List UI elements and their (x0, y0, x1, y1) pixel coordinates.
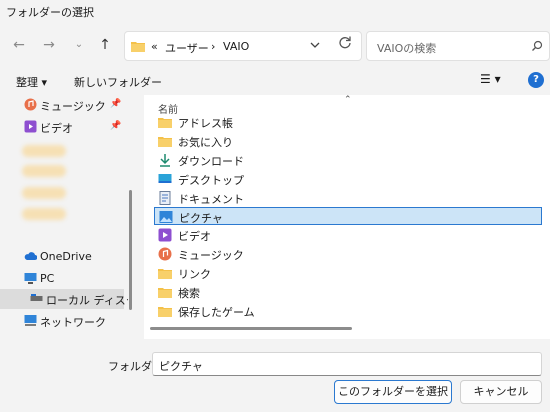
window-title: フォルダーの選択 (6, 6, 94, 19)
list-item[interactable]: デスクトップ (154, 170, 542, 188)
folder-icon (158, 288, 172, 298)
cloud-icon (24, 252, 37, 260)
music-icon (158, 247, 172, 261)
file-list-scrollbar[interactable] (150, 327, 352, 330)
navigation-pane: ミュージック 📌 ビデオ 📌 OneDrive PC ローカル ディスク (C … (0, 95, 128, 339)
chevron-down-icon[interactable] (309, 39, 321, 51)
music-icon (24, 98, 37, 111)
list-item-label: リンク (178, 268, 211, 281)
nav-item-video[interactable]: ビデオ 📌 (0, 117, 124, 137)
list-item[interactable]: ダウンロード (154, 151, 542, 169)
breadcrumb-separator: › (211, 40, 216, 53)
nav-item-local-disk[interactable]: ローカル ディスク (C (0, 289, 128, 309)
search-icon (532, 40, 543, 51)
organize-menu[interactable]: 整理 ▾ (16, 74, 47, 90)
pictures-icon (159, 211, 173, 223)
list-item-label: ドキュメント (178, 193, 244, 206)
help-button[interactable]: ? (528, 72, 544, 88)
nav-item-music[interactable]: ミュージック 📌 (0, 95, 124, 115)
folder-field[interactable]: ピクチャ (152, 352, 542, 376)
view-options-button[interactable]: ☰ ▾ (480, 72, 501, 86)
list-item-label: アドレス帳 (178, 117, 233, 130)
refresh-icon[interactable] (338, 35, 352, 49)
list-item-label: 検索 (178, 287, 200, 300)
folder-icon (158, 137, 172, 147)
list-item[interactable]: ビデオ (154, 226, 542, 244)
video-icon (158, 228, 172, 242)
list-item[interactable]: ピクチャ (154, 207, 542, 225)
list-item-label: ピクチャ (179, 212, 223, 225)
nav-item-pc[interactable]: PC (0, 269, 124, 289)
folder-icon (158, 269, 172, 279)
folder-icon (131, 42, 145, 52)
download-icon (160, 154, 170, 167)
sort-caret-icon: ⌃ (344, 95, 352, 105)
forward-arrow-icon[interactable]: → (40, 37, 58, 53)
cancel-button[interactable]: キャンセル (460, 380, 542, 404)
nav-scrollbar[interactable] (129, 190, 132, 310)
redacted-item (22, 187, 66, 199)
nav-item-label: PC (40, 272, 55, 285)
search-input[interactable]: VAIOの検索 (366, 31, 550, 61)
redacted-item (22, 208, 66, 220)
recent-chevron-icon[interactable]: ⌄ (70, 37, 88, 53)
nav-item-label: ビデオ (40, 122, 73, 135)
select-folder-button[interactable]: このフォルダーを選択 (334, 380, 452, 404)
list-item-label: 保存したゲーム (178, 306, 255, 319)
address-row: ← → ⌄ ↑ « ユーザー › VAIO VAIOの検索 (0, 26, 550, 64)
document-icon (159, 191, 171, 205)
folder-icon (158, 307, 172, 317)
title-bar: フォルダーの選択 (0, 0, 550, 22)
list-item[interactable]: お気に入り (154, 132, 542, 150)
nav-item-network[interactable]: ネットワーク (0, 311, 124, 331)
pin-icon: 📌 (110, 121, 122, 131)
redacted-item (22, 145, 66, 157)
list-item[interactable]: ドキュメント (154, 189, 542, 207)
folder-icon (158, 118, 172, 128)
folder-field-value: ピクチャ (159, 360, 203, 373)
search-placeholder: VAIOの検索 (377, 42, 437, 55)
command-bar: 整理 ▾ 新しいフォルダー ☰ ▾ ? (0, 66, 550, 94)
nav-item-label: ローカル ディスク (C (46, 294, 128, 307)
computer-icon (24, 273, 37, 284)
network-icon (24, 315, 37, 326)
dialog-footer: フォルダー: ピクチャ このフォルダーを選択 キャンセル (0, 340, 550, 412)
list-item-label: ビデオ (178, 230, 211, 243)
nav-item-label: ミュージック (40, 100, 106, 113)
list-item-label: デスクトップ (178, 174, 244, 187)
list-item[interactable]: ミュージック (154, 245, 542, 263)
pin-icon: 📌 (110, 99, 122, 109)
new-folder-button[interactable]: 新しいフォルダー (74, 74, 162, 90)
list-item[interactable]: 保存したゲーム (154, 302, 542, 320)
nav-item-onedrive[interactable]: OneDrive (0, 247, 124, 267)
list-item[interactable]: 検索 (154, 283, 542, 301)
address-bar[interactable]: « ユーザー › VAIO (124, 31, 362, 61)
nav-item-label: OneDrive (40, 250, 92, 263)
up-arrow-icon[interactable]: ↑ (96, 37, 114, 53)
desktop-icon (158, 174, 172, 183)
drive-icon (30, 294, 43, 301)
nav-item-label: ネットワーク (40, 316, 106, 329)
breadcrumb-vaio[interactable]: VAIO (223, 40, 249, 53)
breadcrumb-separator: « (151, 40, 158, 53)
video-icon (24, 120, 37, 133)
list-item-label: ミュージック (178, 249, 244, 262)
list-item-label: お気に入り (178, 136, 233, 149)
list-item-label: ダウンロード (178, 155, 244, 168)
list-item[interactable]: リンク (154, 264, 542, 282)
breadcrumb-users[interactable]: ユーザー (165, 40, 209, 56)
list-item[interactable]: アドレス帳 (154, 113, 542, 131)
redacted-item (22, 165, 66, 177)
file-list: ⌃ 名前 アドレス帳 お気に入り ダウンロード デスクトップ ドキュメント ピク… (144, 95, 550, 339)
back-arrow-icon[interactable]: ← (10, 37, 28, 53)
